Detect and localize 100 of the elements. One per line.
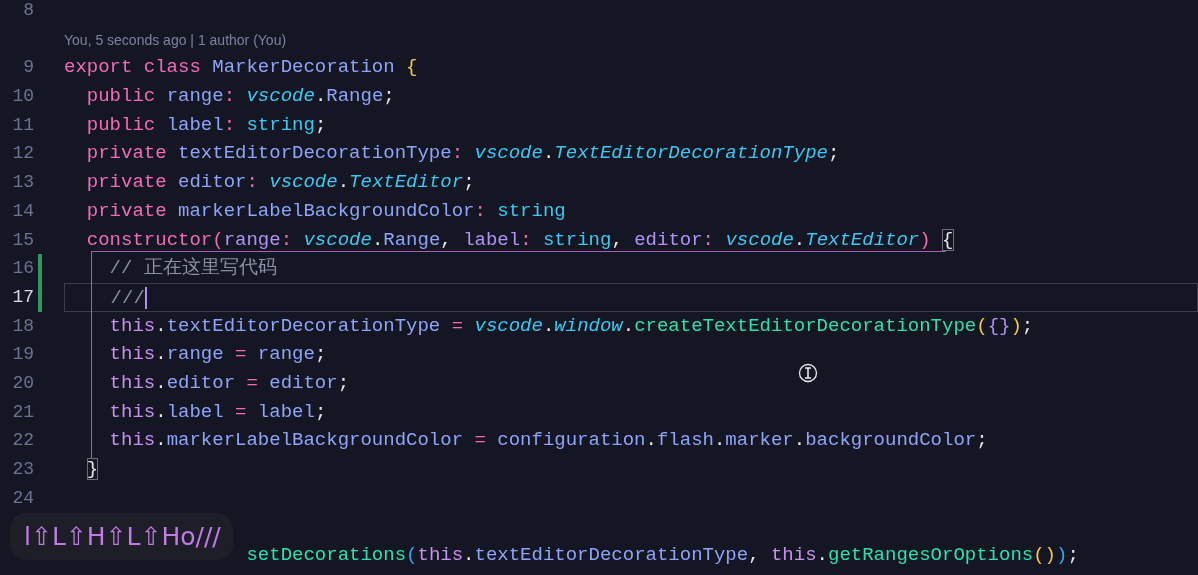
code-token: , [440, 228, 453, 251]
code-token: ; [976, 429, 988, 452]
code-token: . [793, 228, 806, 251]
code-token: : [520, 228, 533, 251]
code-token: : [451, 142, 465, 165]
code-token: private [86, 199, 168, 222]
code-token: = [451, 314, 465, 337]
code-token: ; [337, 371, 350, 394]
code-token: markerLabelBackgroundColor [178, 199, 475, 222]
code-token: range [257, 343, 315, 366]
code-token: backgroundColor [805, 429, 977, 452]
code-token: this [770, 544, 817, 567]
code-token: TextEditorDecorationType [554, 142, 828, 165]
code-token: private [86, 171, 168, 194]
code-token: { [406, 56, 418, 79]
code-token: this [109, 371, 156, 394]
code-token: . [314, 85, 327, 108]
code-token: ; [383, 85, 395, 108]
code-token: textEditorDecorationType [166, 314, 441, 337]
code-token: ) [1056, 544, 1068, 567]
line-number: 22 [12, 430, 34, 451]
blame-annotation[interactable]: You, 5 seconds ago | 1 author (You) [64, 31, 287, 48]
code-token: ; [463, 171, 475, 194]
line-number: 18 [12, 315, 34, 336]
code-token: this [109, 400, 156, 423]
line-number: 14 [12, 200, 34, 221]
line-number: 11 [12, 114, 34, 135]
keystroke-display: l⇧L⇧H⇧L⇧Ho/// [10, 513, 233, 560]
line-number: 8 [23, 0, 34, 20]
code-token: editor [269, 371, 338, 394]
code-token: vscode [474, 142, 543, 165]
code-token: label [257, 400, 315, 423]
code-token: Range [326, 85, 384, 108]
code-token: editor [178, 171, 247, 194]
code-token: public [86, 113, 157, 136]
line-number: 10 [12, 86, 34, 107]
code-token: , [748, 544, 761, 567]
line-number: 15 [12, 229, 34, 250]
code-token: textEditorDecorationType [474, 544, 749, 567]
code-token: public [86, 85, 157, 108]
code-token: . [371, 228, 384, 251]
code-token: . [793, 429, 806, 452]
code-token: . [155, 314, 167, 337]
code-token: = [246, 371, 259, 394]
code-token: private [86, 142, 168, 165]
code-token: createTextEditorDecorationType [634, 314, 977, 337]
code-token: markerLabelBackgroundColor [166, 429, 464, 452]
code-token: setDecorations [246, 544, 407, 567]
code-token: ; [314, 400, 327, 423]
code-token: = [235, 343, 248, 366]
code-token: TextEditor [805, 228, 920, 251]
code-token: . [463, 544, 475, 567]
code-token: vscode [303, 228, 372, 251]
code-token: : [280, 228, 294, 251]
code-token: ; [1067, 544, 1079, 567]
code-token: window [554, 314, 623, 337]
code-token: label [166, 113, 224, 136]
code-token: = [474, 429, 487, 452]
code-token: this [109, 343, 156, 366]
code-token: range [166, 85, 224, 108]
code-token: this [109, 314, 156, 337]
code-token: ( [976, 314, 988, 337]
code-token: : [246, 171, 259, 194]
code-token: { [942, 228, 954, 251]
code-token: marker [725, 429, 794, 452]
code-token: range [223, 228, 281, 251]
code-token: . [542, 314, 555, 337]
line-number: 12 [12, 143, 34, 164]
code-token: editor [166, 371, 236, 394]
code-token: , [611, 228, 624, 251]
text-cursor-icon [798, 363, 818, 383]
code-token: . [155, 429, 167, 452]
code-token: constructor( [86, 228, 224, 251]
code-token: ) [919, 228, 932, 251]
code-token: vscode [725, 228, 794, 251]
code-token: ; [1021, 314, 1034, 337]
line-number: 16 [12, 258, 34, 279]
code-token: this [417, 544, 464, 567]
code-token: ; [314, 113, 327, 136]
text-cursor [144, 286, 147, 309]
code-token: string [497, 199, 566, 222]
line-number: 20 [12, 372, 34, 393]
code-token: string [246, 113, 315, 136]
code-token: () [1033, 544, 1057, 567]
code-token: label [166, 400, 224, 423]
code-token: . [337, 171, 350, 194]
code-token: . [713, 429, 726, 452]
code-token: configuration [497, 429, 646, 452]
line-number: 24 [12, 487, 34, 508]
code-token: textEditorDecorationType [178, 142, 452, 165]
code-token: ( [406, 544, 418, 567]
code-token: . [645, 429, 657, 452]
line-number: 23 [12, 459, 34, 479]
code-token: MarkerDecoration [212, 56, 396, 79]
code-token: ; [828, 142, 840, 165]
code-token: : [702, 228, 715, 251]
code-token: Range [383, 228, 441, 251]
code-token: TextEditor [349, 171, 464, 194]
code-token: . [542, 142, 555, 165]
code-token: this [109, 429, 156, 452]
